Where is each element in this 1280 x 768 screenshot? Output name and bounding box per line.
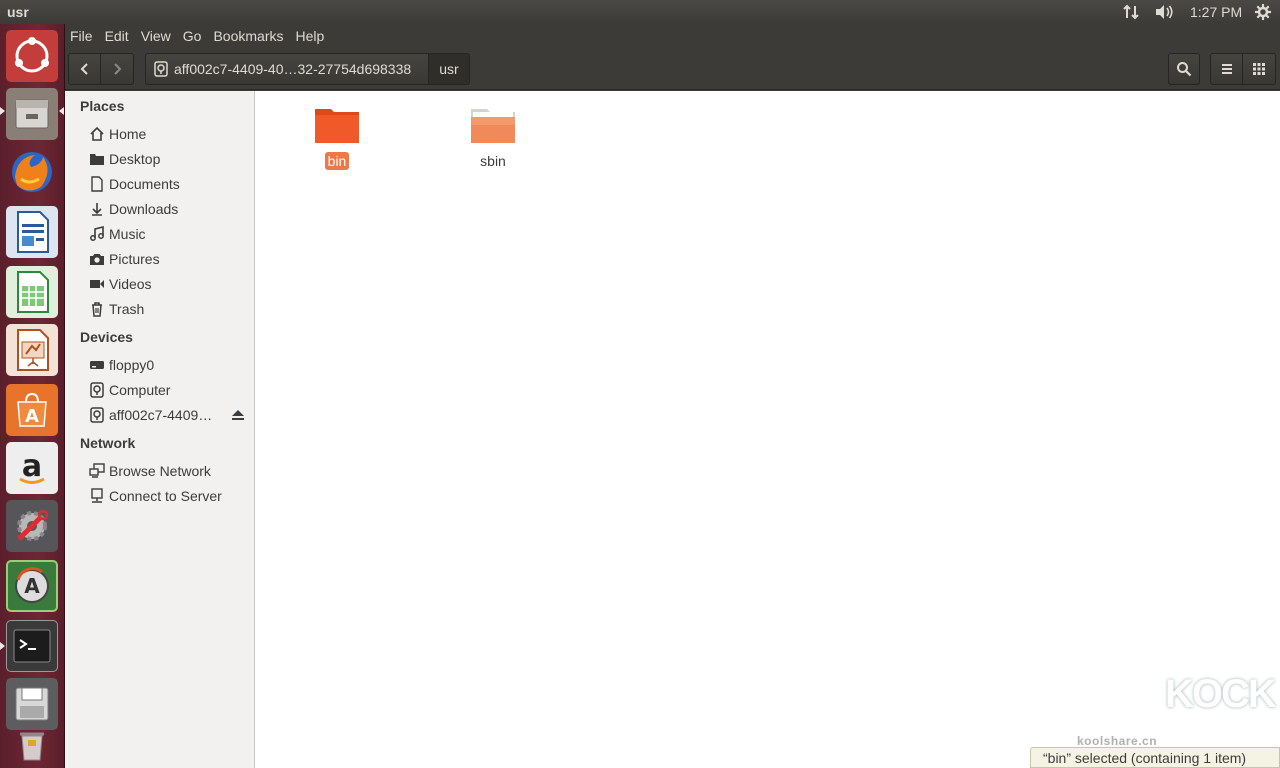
impress-icon[interactable] [6,324,58,376]
sidebar-item-trash[interactable]: Trash [89,298,249,320]
writer-icon[interactable] [6,206,58,258]
network-indicator-icon[interactable] [1122,3,1140,21]
sidebar-item-label: Home [109,126,147,142]
svg-text:a: a [22,449,42,484]
svg-text:A: A [24,574,40,598]
terminal-icon[interactable] [6,620,58,672]
file-view[interactable]: bin sbin [255,91,1280,768]
menu-bookmarks[interactable]: Bookmarks [213,28,289,44]
dash-home-icon[interactable] [6,30,58,82]
menu-help[interactable]: Help [296,28,331,44]
path-crumb-root[interactable]: aff002c7-4409-40…32-27754d698338 [145,53,429,85]
file-item-bin[interactable]: bin [287,105,387,171]
menu-go[interactable]: Go [183,28,208,44]
menu-view[interactable]: View [141,28,177,44]
file-item-sbin[interactable]: sbin [443,105,543,171]
session-gear-icon[interactable] [1254,3,1272,21]
chevron-left-icon [80,63,88,75]
sidebar-item-label: Computer [109,382,171,398]
home-icon [89,126,105,142]
sidebar-item-label: Pictures [109,251,160,267]
grid-icon [1253,63,1265,75]
folder-icon [315,109,359,143]
list-icon [1221,64,1232,74]
server-icon [89,488,105,504]
search-icon [1177,62,1192,77]
sidebar-item-pictures[interactable]: Pictures [89,248,249,270]
sidebar-item-label: Desktop [109,151,161,167]
eject-icon[interactable] [231,408,245,427]
network-header: Network [80,435,136,451]
file-name-label: sbin [480,153,506,169]
status-bar: “bin” selected (containing 1 item) [1030,747,1280,768]
camera-icon [89,251,105,267]
calc-icon[interactable] [6,266,58,318]
folder-icon [89,151,105,167]
sidebar-item-browse-network[interactable]: Browse Network [89,460,249,482]
top-panel: usr 1:27 PM [0,0,1280,24]
menu-edit[interactable]: Edit [105,28,135,44]
document-icon [89,176,105,192]
sound-icon[interactable] [1154,3,1176,21]
network-icon [89,463,105,479]
sidebar-item-music[interactable]: Music [89,223,249,245]
file-name-label: bin [324,152,350,170]
sidebar-item-home[interactable]: Home [89,123,249,145]
sidebar-item-label: floppy0 [109,357,155,373]
drive-icon [89,357,105,373]
back-button[interactable] [68,53,101,85]
running-indicator [0,107,5,115]
path-crumb-usr[interactable]: usr [429,53,470,85]
folder-icon [471,109,515,143]
sidebar-item-label: Connect to Server [109,488,222,504]
list-view-button[interactable] [1210,53,1243,85]
sidebar-item-label: Documents [109,176,180,192]
toolbar: aff002c7-4409-40…32-27754d698338 usr [65,48,1280,90]
grid-view-button[interactable] [1243,53,1276,85]
sidebar-item-label: Browse Network [109,463,211,479]
sidebar-item-label: Downloads [109,201,179,217]
sidebar-item-desktop[interactable]: Desktop [89,148,249,170]
video-icon [89,276,105,292]
window-title: usr [7,4,29,20]
system-settings-icon[interactable] [6,500,58,552]
sidebar-item-computer[interactable]: Computer [89,379,249,401]
sidebar-item-videos[interactable]: Videos [89,273,249,295]
launcher: A a A [0,24,65,768]
disk-icon [89,407,105,423]
sidebar-item-label: aff002c7-4409… [109,407,213,423]
software-updater-icon[interactable]: A [6,560,58,612]
sidebar: Places Home Desktop Documents Downloads … [65,91,255,768]
running-indicator [0,642,5,650]
clock[interactable]: 1:27 PM [1190,3,1242,21]
music-icon [89,226,105,242]
sidebar-item-floppy0[interactable]: floppy0 [89,354,249,376]
sidebar-item-downloads[interactable]: Downloads [89,198,249,220]
sidebar-item-label: Music [109,226,146,242]
files-app-icon[interactable] [6,88,58,140]
amazon-icon[interactable]: a [6,442,58,494]
focused-indicator [59,107,64,115]
chevron-right-icon [114,63,122,75]
disk-icon [89,382,105,398]
places-header: Places [80,98,125,114]
software-center-icon[interactable]: A [6,384,58,436]
search-button[interactable] [1168,53,1200,85]
trash-launcher-icon[interactable] [6,714,58,766]
firefox-icon[interactable] [6,146,58,198]
sidebar-item-label: Videos [109,276,152,292]
menubar: File Edit View Go Bookmarks Help [65,24,1280,48]
sidebar-item-connect-server[interactable]: Connect to Server [89,485,249,507]
devices-header: Devices [80,329,133,345]
menu-file[interactable]: File [70,28,99,44]
forward-button[interactable] [101,53,134,85]
svg-text:A: A [25,406,39,427]
trash-icon [89,301,105,317]
disk-icon [154,61,168,77]
sidebar-item-volume[interactable]: aff002c7-4409… [89,404,249,426]
sidebar-item-documents[interactable]: Documents [89,173,249,195]
download-icon [89,201,105,217]
sidebar-item-label: Trash [109,301,145,317]
path-crumb-root-label: aff002c7-4409-40…32-27754d698338 [174,61,412,77]
